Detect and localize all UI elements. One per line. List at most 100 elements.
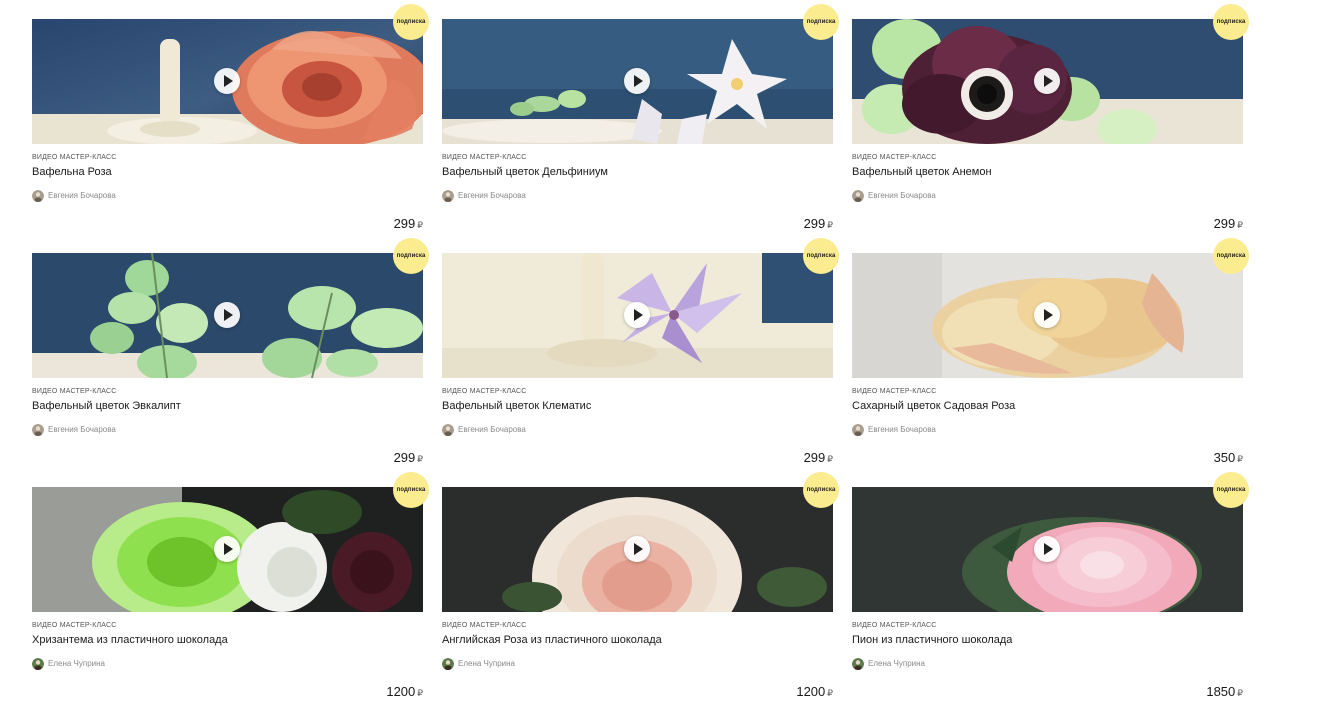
- play-icon: [634, 309, 643, 321]
- product-kind: Видео мастер-класс: [32, 622, 117, 629]
- play-button[interactable]: [214, 68, 240, 94]
- product-thumbnail[interactable]: [852, 253, 1243, 378]
- currency-symbol: ₽: [417, 688, 423, 698]
- product-card[interactable]: подписка Видео мастер-класс Вафельный цв…: [442, 238, 839, 487]
- author[interactable]: Евгения Бочарова: [852, 423, 936, 436]
- play-button[interactable]: [1034, 68, 1060, 94]
- product-grid: подписка Видео мастер-класс Вафельна Роз…: [32, 4, 1249, 721]
- currency-symbol: ₽: [417, 220, 423, 230]
- subscription-badge: подписка: [1213, 4, 1249, 40]
- author-name: Елена Чуприна: [458, 659, 515, 668]
- play-button[interactable]: [624, 68, 650, 94]
- product-kind: Видео мастер-класс: [852, 154, 937, 161]
- subscription-badge: подписка: [803, 238, 839, 274]
- play-button[interactable]: [214, 536, 240, 562]
- author[interactable]: Евгения Бочарова: [852, 189, 936, 202]
- product-kind: Видео мастер-класс: [32, 154, 117, 161]
- subscription-badge: подписка: [803, 472, 839, 508]
- author[interactable]: Евгения Бочарова: [32, 189, 116, 202]
- product-kind: Видео мастер-класс: [852, 622, 937, 629]
- currency-symbol: ₽: [827, 220, 833, 230]
- price-value: 1200: [796, 684, 826, 699]
- author-name: Евгения Бочарова: [48, 191, 116, 200]
- author[interactable]: Елена Чуприна: [442, 657, 515, 670]
- play-icon: [224, 543, 233, 555]
- avatar: [852, 657, 864, 670]
- product-card[interactable]: подписка Видео мастер-класс Хризантема и…: [32, 472, 429, 721]
- author[interactable]: Евгения Бочарова: [32, 423, 116, 436]
- play-icon: [224, 309, 233, 321]
- product-title[interactable]: Английская Роза из пластичного шоколада: [442, 634, 662, 646]
- play-icon: [634, 75, 643, 87]
- play-button[interactable]: [624, 536, 650, 562]
- product-kind: Видео мастер-класс: [442, 154, 527, 161]
- play-icon: [1044, 75, 1053, 87]
- product-card[interactable]: подписка Видео мастер-класс Вафельный цв…: [852, 4, 1249, 253]
- price: 299 ₽: [1214, 216, 1243, 231]
- product-thumbnail[interactable]: [442, 19, 833, 144]
- product-card[interactable]: подписка Видео мастер-класс Вафельный цв…: [32, 238, 429, 487]
- product-thumbnail[interactable]: [32, 19, 423, 144]
- author[interactable]: Елена Чуприна: [852, 657, 925, 670]
- product-card[interactable]: подписка Видео мастер-класс Сахарный цве…: [852, 238, 1249, 487]
- product-thumbnail[interactable]: [32, 253, 423, 378]
- product-title[interactable]: Вафельна Роза: [32, 166, 112, 178]
- author-name: Евгения Бочарова: [868, 425, 936, 434]
- currency-symbol: ₽: [1237, 220, 1243, 230]
- currency-symbol: ₽: [827, 688, 833, 698]
- price: 299 ₽: [394, 450, 423, 465]
- price-value: 1200: [386, 684, 416, 699]
- product-thumbnail[interactable]: [442, 487, 833, 612]
- subscription-badge: подписка: [393, 472, 429, 508]
- product-kind: Видео мастер-класс: [442, 388, 527, 395]
- product-thumbnail[interactable]: [852, 19, 1243, 144]
- price: 299 ₽: [804, 450, 833, 465]
- currency-symbol: ₽: [417, 454, 423, 464]
- author-name: Евгения Бочарова: [868, 191, 936, 200]
- play-button[interactable]: [1034, 536, 1060, 562]
- product-thumbnail[interactable]: [442, 253, 833, 378]
- avatar: [852, 189, 864, 202]
- author[interactable]: Евгения Бочарова: [442, 423, 526, 436]
- currency-symbol: ₽: [827, 454, 833, 464]
- price-value: 299: [803, 450, 826, 465]
- author-name: Евгения Бочарова: [458, 425, 526, 434]
- author-name: Евгения Бочарова: [48, 425, 116, 434]
- product-title[interactable]: Хризантема из пластичного шоколада: [32, 634, 228, 646]
- avatar: [32, 657, 44, 670]
- avatar: [852, 423, 864, 436]
- product-title[interactable]: Вафельный цветок Дельфиниум: [442, 166, 608, 178]
- price: 350 ₽: [1214, 450, 1243, 465]
- product-title[interactable]: Пион из пластичного шоколада: [852, 634, 1012, 646]
- price-value: 299: [393, 216, 416, 231]
- subscription-badge: подписка: [1213, 238, 1249, 274]
- price-value: 299: [1213, 216, 1236, 231]
- play-icon: [224, 75, 233, 87]
- product-card[interactable]: подписка Видео мастер-класс Вафельна Роз…: [32, 4, 429, 253]
- subscription-badge: подписка: [393, 238, 429, 274]
- author-name: Елена Чуприна: [48, 659, 105, 668]
- play-button[interactable]: [624, 302, 650, 328]
- author[interactable]: Елена Чуприна: [32, 657, 105, 670]
- play-button[interactable]: [214, 302, 240, 328]
- author-name: Евгения Бочарова: [458, 191, 526, 200]
- product-card[interactable]: подписка Видео мастер-класс Пион из плас…: [852, 472, 1249, 721]
- product-title[interactable]: Вафельный цветок Анемон: [852, 166, 992, 178]
- product-title[interactable]: Сахарный цветок Садовая Роза: [852, 400, 1015, 412]
- play-icon: [1044, 309, 1053, 321]
- play-button[interactable]: [1034, 302, 1060, 328]
- product-kind: Видео мастер-класс: [852, 388, 937, 395]
- product-title[interactable]: Вафельный цветок Клематис: [442, 400, 591, 412]
- product-thumbnail[interactable]: [32, 487, 423, 612]
- author[interactable]: Евгения Бочарова: [442, 189, 526, 202]
- avatar: [442, 423, 454, 436]
- product-card[interactable]: подписка Видео мастер-класс Английская Р…: [442, 472, 839, 721]
- product-title[interactable]: Вафельный цветок Эвкалипт: [32, 400, 181, 412]
- subscription-badge: подписка: [803, 4, 839, 40]
- play-icon: [634, 543, 643, 555]
- avatar: [32, 189, 44, 202]
- product-thumbnail[interactable]: [852, 487, 1243, 612]
- product-card[interactable]: подписка Видео мастер-класс Вафельный цв…: [442, 4, 839, 253]
- price: 1200 ₽: [386, 684, 423, 699]
- product-kind: Видео мастер-класс: [32, 388, 117, 395]
